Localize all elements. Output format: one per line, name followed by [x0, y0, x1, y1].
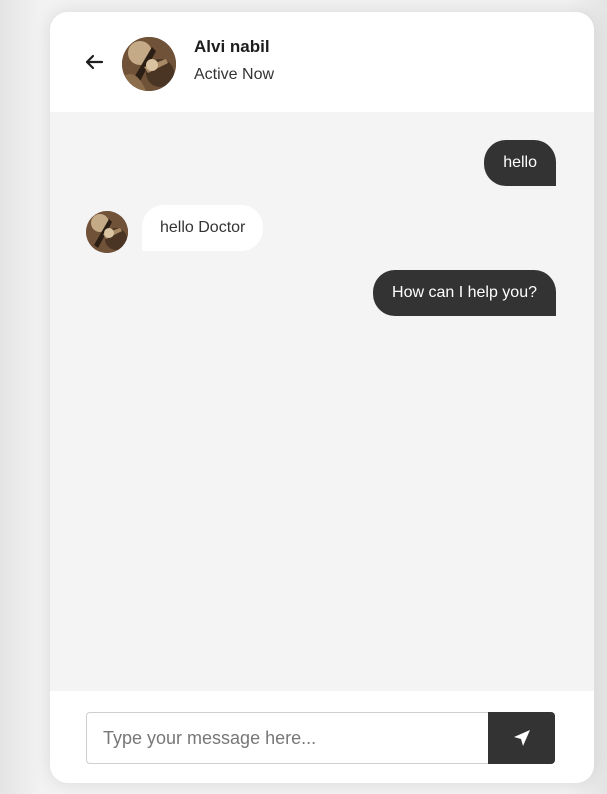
send-button[interactable] — [488, 712, 555, 764]
arrow-left-icon — [85, 54, 104, 70]
avatar[interactable] — [122, 37, 176, 91]
message-composer — [50, 691, 594, 783]
message-list: hello hello Doctor How can I help you? — [50, 112, 594, 691]
back-button[interactable] — [80, 48, 108, 76]
sender-avatar — [86, 211, 128, 253]
outgoing-message: hello — [484, 140, 556, 186]
paper-plane-icon — [513, 730, 530, 746]
message-input[interactable] — [86, 712, 488, 764]
chat-header: Alvi nabil Active Now — [50, 12, 594, 112]
outgoing-message: How can I help you? — [373, 270, 556, 316]
contact-name: Alvi nabil — [194, 37, 270, 56]
incoming-message: hello Doctor — [142, 205, 264, 251]
chat-window: Alvi nabil Active Now hello hello Doctor… — [50, 12, 594, 783]
contact-status: Active Now — [194, 66, 275, 83]
